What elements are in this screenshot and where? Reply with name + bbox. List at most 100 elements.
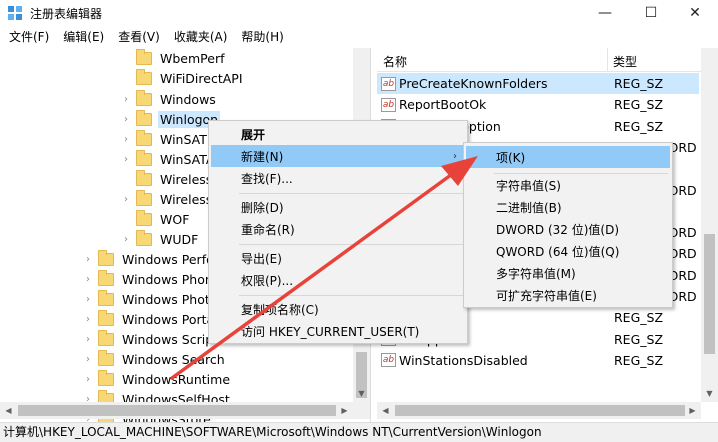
tree-item[interactable]: › WindowsRuntime xyxy=(82,369,232,389)
ctx-expand[interactable]: 展开 xyxy=(211,123,465,145)
scroll-left-icon[interactable]: ◀ xyxy=(377,402,394,419)
sub-item-label: 多字符串值(M) xyxy=(496,266,576,281)
tree-item[interactable]: › Windows Phone xyxy=(82,269,223,289)
close-button[interactable]: ✕ xyxy=(672,0,718,26)
scroll-down-icon[interactable]: ▼ xyxy=(701,385,718,402)
string-value-icon: ab xyxy=(381,353,396,368)
value-type: REG_SZ xyxy=(614,97,664,113)
ctx-item-label: 权限(P)... xyxy=(241,273,294,288)
expand-arrow-icon[interactable]: › xyxy=(120,134,132,145)
sub-item-label: 项(K) xyxy=(496,150,526,165)
expand-arrow-icon[interactable]: › xyxy=(82,334,94,345)
folder-icon xyxy=(136,169,152,186)
tree-item-label: WbemPerf xyxy=(160,50,225,66)
new-submenu: 项(K) 字符串值(S) 二进制值(B) DWORD (32 位)值(D) QW… xyxy=(463,142,673,308)
tree-item[interactable]: › Windows xyxy=(120,89,218,109)
folder-icon xyxy=(98,349,114,366)
scroll-down-icon[interactable]: ▼ xyxy=(353,385,370,402)
ctx-item-label: 查找(F)... xyxy=(241,171,293,186)
sub-new-expandstring[interactable]: 可扩充字符串值(E) xyxy=(466,284,670,306)
menu-favorites[interactable]: 收藏夹(A) xyxy=(169,26,233,48)
expand-arrow-icon[interactable]: › xyxy=(120,234,132,245)
expand-arrow-icon[interactable]: › xyxy=(82,254,94,265)
folder-icon xyxy=(136,109,152,126)
menu-divider xyxy=(239,295,463,296)
maximize-button[interactable]: ☐ xyxy=(628,0,674,26)
tree-horizontal-scrollbar[interactable]: ◀ ▶ xyxy=(0,402,370,419)
value-row[interactable]: ab PreCreateKnownFolders REG_SZ xyxy=(377,73,699,94)
folder-icon xyxy=(98,289,114,306)
title-bar: 注册表编辑器 — ☐ ✕ xyxy=(0,0,718,26)
scrollbar-thumb[interactable] xyxy=(18,405,336,416)
ctx-item-label: 删除(D) xyxy=(241,200,284,215)
menu-file[interactable]: 文件(F) xyxy=(4,26,54,48)
value-row[interactable]: ab WinStationsDisabled REG_SZ xyxy=(377,350,699,371)
tree-item-label: WindowsRuntime xyxy=(122,371,231,387)
folder-icon xyxy=(136,48,152,65)
ctx-item-label: 新建(N) xyxy=(241,149,284,164)
ctx-rename[interactable]: 重命名(R) xyxy=(211,218,465,240)
scroll-right-icon[interactable]: ▶ xyxy=(336,402,353,419)
expand-arrow-icon[interactable]: › xyxy=(82,354,94,365)
ctx-new[interactable]: 新建(N) › xyxy=(211,145,465,167)
expand-arrow-icon[interactable]: › xyxy=(120,114,132,125)
ctx-export[interactable]: 导出(E) xyxy=(211,247,465,269)
menu-view[interactable]: 查看(V) xyxy=(113,26,165,48)
sub-new-binary[interactable]: 二进制值(B) xyxy=(466,196,670,218)
sub-new-qword[interactable]: QWORD (64 位)值(Q) xyxy=(466,240,670,262)
ctx-permissions[interactable]: 权限(P)... xyxy=(211,269,465,291)
sub-new-key[interactable]: 项(K) xyxy=(466,146,670,168)
tree-item-winlogon[interactable]: › Winlogon xyxy=(120,109,221,129)
minimize-button[interactable]: — xyxy=(582,0,628,26)
sub-new-multistring[interactable]: 多字符串值(M) xyxy=(466,262,670,284)
expand-arrow-icon[interactable]: › xyxy=(120,94,132,105)
list-horizontal-scrollbar[interactable]: ◀ ▶ xyxy=(377,402,701,419)
value-type: REG_SZ xyxy=(614,118,664,134)
folder-icon xyxy=(136,89,152,106)
tree-item-label: WinSAT xyxy=(160,131,207,147)
sub-item-label: DWORD (32 位)值(D) xyxy=(496,222,619,237)
ctx-item-label: 访问 HKEY_CURRENT_USER(T) xyxy=(241,324,420,339)
ctx-delete[interactable]: 删除(D) xyxy=(211,196,465,218)
sub-new-string[interactable]: 字符串值(S) xyxy=(466,174,670,196)
tree-item[interactable]: WOF xyxy=(120,209,191,229)
tree-item[interactable]: › WinSAT xyxy=(120,129,209,149)
scroll-left-icon[interactable]: ◀ xyxy=(0,402,17,419)
scrollbar-thumb[interactable] xyxy=(395,405,685,416)
folder-icon xyxy=(98,309,114,326)
expand-arrow-icon[interactable]: › xyxy=(120,154,132,165)
column-header-name[interactable]: 名称 xyxy=(383,53,407,70)
column-header-type[interactable]: 类型 xyxy=(613,53,637,70)
column-divider[interactable] xyxy=(607,48,608,72)
tree-item[interactable]: WbemPerf xyxy=(120,48,226,68)
folder-icon xyxy=(98,369,114,386)
ctx-item-label: 导出(E) xyxy=(241,251,282,266)
expand-arrow-icon[interactable]: › xyxy=(82,294,94,305)
ctx-item-label: 复制项名称(C) xyxy=(241,302,319,317)
tree-item[interactable]: › Windows Search xyxy=(82,349,227,369)
expand-arrow-icon[interactable]: › xyxy=(120,194,132,205)
folder-icon xyxy=(98,329,114,346)
expand-arrow-icon[interactable]: › xyxy=(82,314,94,325)
list-vertical-scrollbar[interactable]: ▼ xyxy=(701,48,718,402)
expand-arrow-icon[interactable]: › xyxy=(82,274,94,285)
ctx-copy-key-name[interactable]: 复制项名称(C) xyxy=(211,298,465,320)
sub-item-label: QWORD (64 位)值(Q) xyxy=(496,244,620,259)
tree-item[interactable]: WiFiDirectAPI xyxy=(120,68,245,88)
expand-arrow-icon[interactable]: › xyxy=(82,374,94,385)
folder-icon xyxy=(136,229,152,246)
sub-new-dword[interactable]: DWORD (32 位)值(D) xyxy=(466,218,670,240)
ctx-find[interactable]: 查找(F)... xyxy=(211,167,465,189)
value-row[interactable]: ab ReportBootOk REG_SZ xyxy=(377,94,699,115)
scroll-right-icon[interactable]: ▶ xyxy=(684,402,701,419)
menu-help[interactable]: 帮助(H) xyxy=(236,26,288,48)
ctx-item-label: 重命名(R) xyxy=(241,222,295,237)
menu-edit[interactable]: 编辑(E) xyxy=(58,26,109,48)
folder-icon xyxy=(136,189,152,206)
ctx-goto-hkcu[interactable]: 访问 HKEY_CURRENT_USER(T) xyxy=(211,320,465,342)
folder-icon xyxy=(136,149,152,166)
tree-item[interactable]: › WUDF xyxy=(120,229,200,249)
value-name: ReportBootOk xyxy=(399,97,487,113)
value-type: REG_SZ xyxy=(614,310,664,326)
scrollbar-thumb[interactable] xyxy=(704,234,715,354)
